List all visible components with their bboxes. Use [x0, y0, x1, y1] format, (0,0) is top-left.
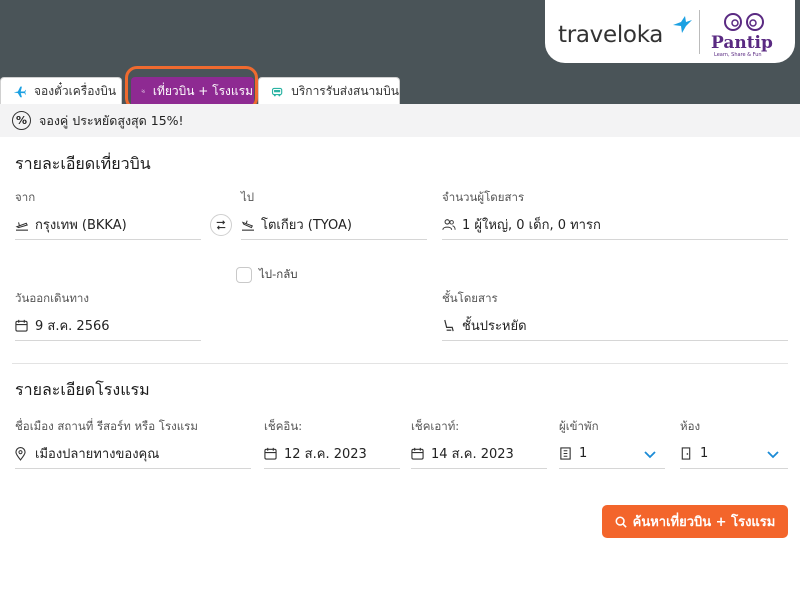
class-value: ชั้นประหยัด	[462, 319, 527, 334]
tab-airport-transfer-label: บริการรับส่งสนามบิน	[291, 83, 399, 98]
checkin-date-field[interactable]: 12 ส.ค. 2023	[264, 439, 400, 469]
from-value: กรุงเทพ (BKKA)	[35, 218, 127, 233]
rooms-value: 1	[700, 446, 709, 461]
percent-icon: %	[12, 111, 31, 130]
section-divider	[12, 363, 788, 364]
hotel-section-title: รายละเอียดโรงแรม	[15, 380, 150, 399]
destination-value: เมืองปลายทางของคุณ	[35, 447, 160, 462]
depart-label: วันออกเดินทาง	[15, 291, 90, 305]
guests-value: 1	[579, 446, 588, 461]
people-icon	[442, 219, 456, 230]
passengers-value: 1 ผู้ใหญ่, 0 เด็ก, 0 ทารก	[462, 218, 601, 233]
flight-section-title: รายละเอียดเที่ยวบิน	[15, 154, 151, 173]
cabin-class-field[interactable]: ชั้นประหยัด	[442, 311, 788, 341]
calendar-icon	[15, 319, 28, 332]
traveloka-logo[interactable]: traveloka	[558, 22, 663, 48]
from-field[interactable]: กรุงเทพ (BKKA)	[15, 210, 201, 240]
car-icon	[271, 87, 283, 96]
destination-label: ชื่อเมือง สถานที่ รีสอร์ท หรือ โรงแรม	[15, 419, 198, 433]
tab-flight-hotel-label: เที่ยวบิน + โรงแรม	[152, 83, 253, 98]
roundtrip-toggle[interactable]: ไป-กลับ	[236, 266, 298, 284]
search-icon	[615, 516, 627, 528]
traveloka-bird-icon	[673, 16, 692, 33]
to-field[interactable]: โตเกียว (TYOA)	[241, 210, 427, 240]
tab-airport-transfer[interactable]: บริการรับส่งสนามบิน	[258, 77, 400, 104]
to-label: ไป	[241, 190, 255, 204]
depart-date-field[interactable]: 9 ส.ค. 2566	[15, 311, 201, 341]
rooms-select[interactable]: 1	[680, 439, 788, 469]
partner-logo-card: traveloka Pantip Learn, Share & Fun	[545, 0, 795, 63]
destination-field[interactable]: เมืองปลายทางของคุณ	[15, 439, 251, 469]
passengers-field[interactable]: 1 ผู้ใหญ่, 0 เด็ก, 0 ทารก	[442, 210, 788, 240]
from-label: จาก	[15, 190, 36, 204]
header-bar: traveloka Pantip Learn, Share & Fun จองต…	[0, 0, 800, 104]
pantip-wordmark: Pantip	[711, 33, 773, 53]
swap-button[interactable]	[210, 214, 232, 236]
pantip-eyes-icon	[724, 13, 764, 31]
roundtrip-label: ไป-กลับ	[259, 267, 298, 281]
pantip-tagline: Learn, Share & Fun	[714, 52, 762, 58]
pantip-logo[interactable]: Pantip Learn, Share & Fun	[711, 8, 783, 60]
location-pin-icon	[15, 446, 26, 461]
tab-flight-label: จองตั๋วเครื่องบิน	[34, 83, 117, 98]
swap-icon	[216, 220, 226, 230]
checkout-label: เช็คเอาท์:	[411, 419, 460, 433]
tab-flight[interactable]: จองตั๋วเครื่องบิน	[0, 77, 122, 104]
door-icon	[681, 447, 691, 460]
checkout-date-field[interactable]: 14 ส.ค. 2023	[411, 439, 547, 469]
seat-icon	[444, 319, 454, 331]
promo-text: จองคู่ ประหยัดสูงสุด 15%!	[39, 112, 184, 128]
takeoff-icon	[15, 221, 28, 231]
class-label: ชั้นโดยสาร	[442, 291, 498, 305]
calendar-icon	[264, 447, 277, 460]
checkout-value: 14 ส.ค. 2023	[431, 447, 514, 462]
tab-flight-hotel[interactable]: เที่ยวบิน + โรงแรม	[131, 77, 254, 104]
search-flight-hotel-button[interactable]: ค้นหาเที่ยวบิน + โรงแรม	[602, 505, 788, 538]
search-button-label: ค้นหาเที่ยวบิน + โรงแรม	[632, 515, 776, 530]
chevron-down-icon[interactable]	[766, 447, 780, 461]
calendar-icon	[411, 447, 424, 460]
passengers-label: จำนวนผู้โดยสาร	[442, 190, 525, 204]
promo-banner: % จองคู่ ประหยัดสูงสุด 15%!	[0, 104, 800, 137]
checkin-value: 12 ส.ค. 2023	[284, 447, 367, 462]
guest-icon	[560, 447, 571, 460]
to-value: โตเกียว (TYOA)	[261, 218, 352, 233]
guests-select[interactable]: 1	[559, 439, 665, 469]
rooms-label: ห้อง	[680, 419, 701, 433]
flight-hotel-icon	[141, 89, 145, 93]
chevron-down-icon[interactable]	[643, 447, 657, 461]
checkin-label: เช็คอิน:	[264, 419, 303, 433]
airplane-icon	[13, 86, 26, 97]
depart-value: 9 ส.ค. 2566	[35, 319, 110, 334]
logo-divider	[699, 10, 700, 54]
roundtrip-checkbox[interactable]	[236, 267, 252, 283]
guests-label: ผู้เข้าพัก	[559, 419, 599, 433]
landing-icon	[241, 220, 254, 231]
